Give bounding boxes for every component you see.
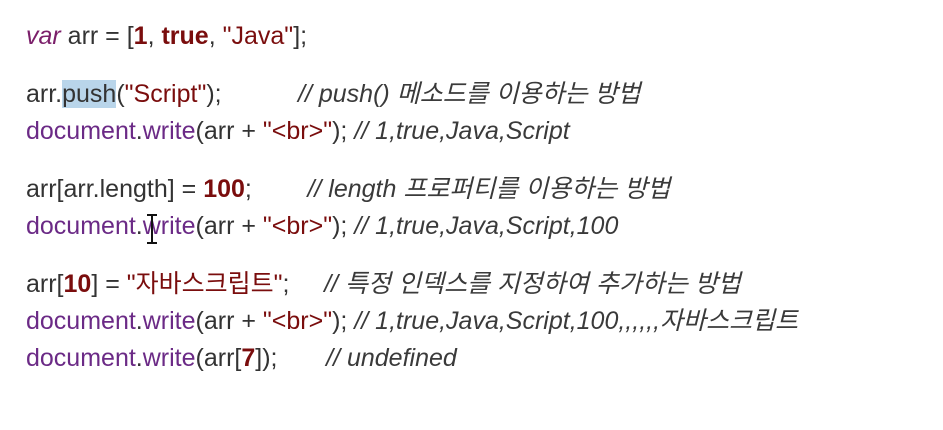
string-literal: "<br>" xyxy=(262,212,333,240)
object-identifier: document xyxy=(26,307,136,335)
code-text: arr = [ xyxy=(60,22,134,50)
code-text: , xyxy=(208,22,223,50)
code-editor[interactable]: var arr = [1, true, "Java"]; arr.push("S… xyxy=(0,0,943,430)
code-text: . xyxy=(135,307,143,335)
number-literal: 10 xyxy=(63,270,92,298)
comment: // undefined xyxy=(326,344,457,372)
code-text: arr[ xyxy=(26,270,64,298)
code-line-6[interactable]: arr[10] = "자바스크립트"; // 특정 인덱스를 지정하여 추가하는… xyxy=(26,266,943,303)
string-literal: "자바스크립트" xyxy=(126,270,283,298)
keyword: var xyxy=(26,22,61,50)
comment: // length 프로퍼티를 이용하는 방법 xyxy=(307,175,671,203)
code-text: ); xyxy=(332,117,355,145)
method-name: write xyxy=(142,117,196,145)
code-text: (arr[ xyxy=(195,344,242,372)
code-line-1[interactable]: var arr = [1, true, "Java"]; xyxy=(26,18,943,55)
string-literal: "Script" xyxy=(124,80,207,108)
code-text: , xyxy=(147,22,162,50)
code-line-8[interactable]: document.write(arr[7]); // undefined xyxy=(26,340,943,377)
code-text: (arr + xyxy=(195,117,263,145)
code-text: ]; xyxy=(293,22,308,50)
code-text: ); xyxy=(332,307,355,335)
code-text: ]); xyxy=(255,344,278,372)
comment: // 1,true,Java,Script xyxy=(354,117,570,145)
number-literal: 7 xyxy=(241,344,256,372)
code-line-3[interactable]: document.write(arr + "<br>"); // 1,true,… xyxy=(26,113,943,150)
method-name: write xyxy=(142,307,196,335)
object-identifier: document xyxy=(26,117,136,145)
number-literal: 100 xyxy=(203,175,245,203)
code-line-4[interactable]: arr[arr.length] = 100; // length 프로퍼티를 이… xyxy=(26,171,943,208)
object-identifier: document xyxy=(26,344,136,372)
comment: // 1,true,Java,Script,100,,,,,,자바스크립트 xyxy=(354,307,799,335)
code-text: . xyxy=(135,344,143,372)
code-text: ; xyxy=(244,175,252,203)
code-line-2[interactable]: arr.push("Script"); // push() 메소드를 이용하는 … xyxy=(26,76,943,113)
code-line-5[interactable]: document.write(arr + "<br>"); // 1,true,… xyxy=(26,208,943,245)
code-text: ( xyxy=(116,80,125,108)
string-literal: "<br>" xyxy=(262,117,333,145)
code-text: (arr + xyxy=(195,307,263,335)
code-text: . xyxy=(135,212,143,240)
method-name: write xyxy=(142,344,196,372)
code-text: arr[arr. xyxy=(26,175,100,203)
number-literal: 1 xyxy=(133,22,148,50)
code-text: ] = xyxy=(167,175,204,203)
property-name: length xyxy=(99,175,168,203)
comment: // 1,true,Java,Script,100 xyxy=(354,212,619,240)
code-text: . xyxy=(135,117,143,145)
code-text: ); xyxy=(332,212,355,240)
string-literal: "<br>" xyxy=(262,307,333,335)
comment: // push() 메소드를 이용하는 방법 xyxy=(298,80,641,108)
code-text: ] = xyxy=(91,270,127,298)
text-ibeam-cursor-icon xyxy=(147,214,157,244)
code-line-7[interactable]: document.write(arr + "<br>"); // 1,true,… xyxy=(26,303,943,340)
code-text: (arr + xyxy=(195,212,263,240)
code-text: arr. xyxy=(26,80,63,108)
selected-method-push[interactable]: push xyxy=(62,80,117,108)
comment: // 특정 인덱스를 지정하여 추가하는 방법 xyxy=(324,270,741,298)
code-text: ); xyxy=(206,80,222,108)
string-literal: "Java" xyxy=(222,22,294,50)
boolean-literal: true xyxy=(161,22,209,50)
object-identifier: document xyxy=(26,212,136,240)
